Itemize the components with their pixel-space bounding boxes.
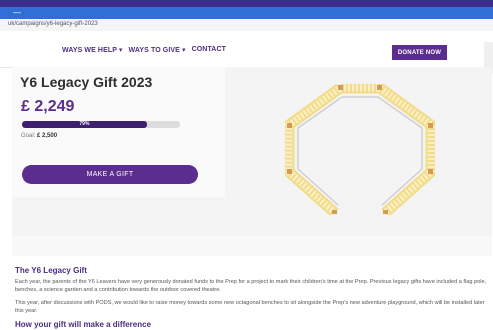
- progress-percent: 79%: [79, 121, 90, 127]
- difference-heading: How your gift will make a difference: [15, 320, 152, 329]
- octagonal-bench-image: [285, 84, 435, 215]
- nav-contact[interactable]: CONTACT: [192, 46, 226, 54]
- donate-now-button[interactable]: DONATE NOW: [392, 45, 447, 60]
- amount-raised: £ 2,249: [21, 98, 75, 115]
- url-text: uk/campaigns/y6-legacy-gift-2023: [8, 21, 98, 27]
- campaign-title: Y6 Legacy Gift 2023: [20, 74, 153, 90]
- nav-ways-to-give[interactable]: WAYS TO GIVE ▾: [129, 46, 186, 54]
- top-strip: [0, 0, 493, 7]
- bench-seat: [285, 84, 435, 215]
- main-nav: WAYS WE HELP ▾ WAYS TO GIVE ▾ CONTACT: [62, 46, 226, 54]
- goal-value: £ 2,500: [37, 133, 58, 139]
- make-a-gift-button[interactable]: MAKE A GIFT: [22, 165, 198, 184]
- section-divider: [12, 236, 492, 256]
- intro-paragraph: Each year, the parents of the Y6 Leavers…: [15, 279, 487, 293]
- goal-label: Goal:: [21, 133, 38, 139]
- browser-bar: —: [0, 7, 493, 19]
- benches-paragraph: This year, after discussions with PODS, …: [15, 300, 485, 314]
- browser-mark: —: [13, 8, 21, 17]
- progress-bar: 79%: [22, 121, 180, 128]
- legacy-gift-heading: The Y6 Legacy Gift: [15, 266, 87, 275]
- nav-ways-we-help[interactable]: WAYS WE HELP ▾: [62, 46, 123, 54]
- goal-text: Goal: £ 2,500: [21, 133, 57, 139]
- progress-fill: 79%: [22, 121, 147, 128]
